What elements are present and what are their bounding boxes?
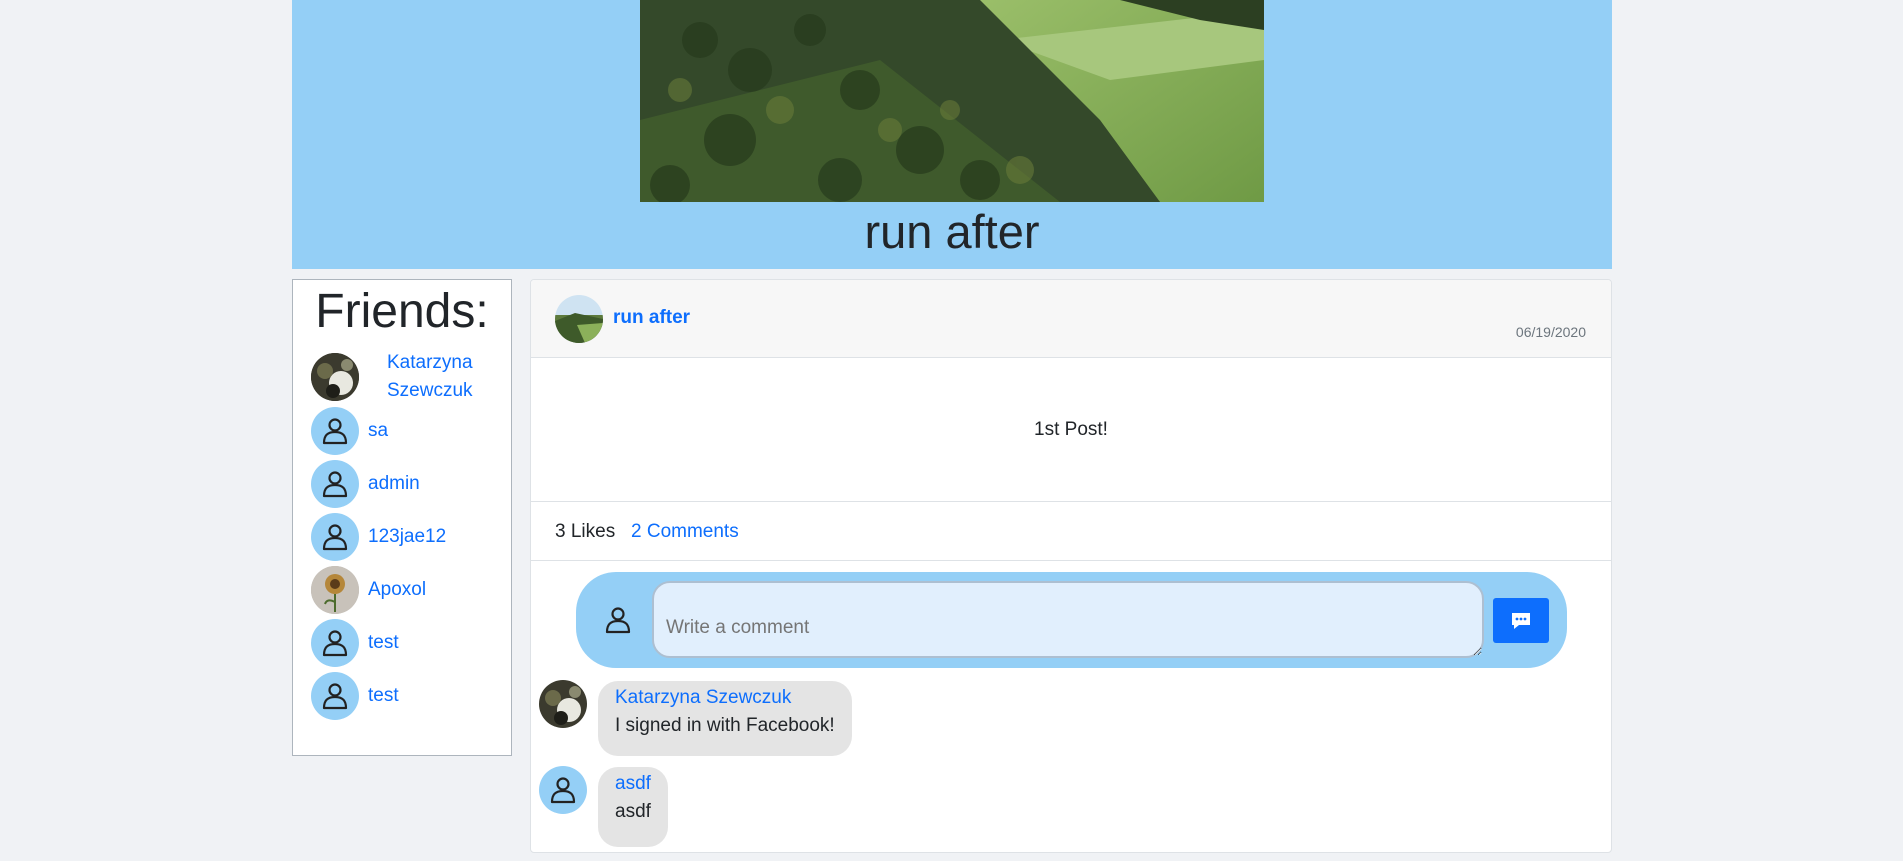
friend-name[interactable]: test [368, 682, 399, 710]
cover-photo [640, 0, 1264, 202]
send-comment-button[interactable] [1493, 598, 1549, 643]
person-icon[interactable] [311, 672, 359, 720]
likes-count[interactable]: 3 Likes [555, 521, 615, 543]
friend-name[interactable]: admin [368, 470, 420, 498]
comment-bubble: Katarzyna Szewczuk I signed in with Face… [598, 681, 852, 756]
friend-name[interactable]: 123jae12 [368, 523, 446, 551]
person-icon[interactable] [311, 460, 359, 508]
comment-dots-icon [1512, 612, 1530, 629]
comment-author-link[interactable]: asdf [615, 770, 651, 798]
comment-author-link[interactable]: Katarzyna Szewczuk [615, 684, 835, 712]
friend-item[interactable]: 123jae12 [311, 513, 446, 561]
friend-avatar[interactable] [311, 353, 359, 401]
post-header: run after 06/19/2020 [531, 280, 1611, 358]
person-icon[interactable] [311, 513, 359, 561]
profile-name: run after [864, 205, 1040, 258]
friend-item[interactable]: sa [311, 407, 388, 455]
post-body: 1st Post! [531, 358, 1611, 502]
comment-input[interactable] [652, 581, 1484, 658]
friend-name[interactable]: test [368, 629, 399, 657]
comment-bubble: asdf asdf [598, 767, 668, 847]
friend-item[interactable]: test [311, 619, 399, 667]
post-author-avatar[interactable] [555, 295, 603, 343]
friend-name[interactable]: Katarzyna Szewczuk [387, 349, 497, 405]
person-icon[interactable] [311, 407, 359, 455]
post-date: 06/19/2020 [1515, 324, 1586, 340]
post-author-link[interactable]: run after [613, 307, 690, 329]
post-text: 1st Post! [1034, 419, 1108, 440]
post-card: run after 06/19/2020 1st Post! 3 Likes 2… [530, 279, 1612, 853]
comment-composer [576, 572, 1567, 668]
friend-avatar[interactable] [311, 566, 359, 614]
person-icon[interactable] [311, 619, 359, 667]
friends-heading: Friends: [315, 285, 489, 338]
comments-toggle-link[interactable]: 2 Comments [631, 521, 739, 543]
post-stats: 3 Likes 2 Comments [531, 502, 1611, 561]
friend-item[interactable]: Apoxol [311, 566, 426, 614]
friend-item[interactable]: Katarzyna Szewczuk [311, 352, 497, 401]
person-icon [594, 596, 642, 644]
friend-item[interactable]: test [311, 672, 399, 720]
comment-author-avatar[interactable] [539, 680, 587, 728]
friends-panel: Friends: Katarzyna Szewczuk sa admin 123… [292, 279, 512, 756]
friend-name[interactable]: sa [368, 417, 388, 445]
person-icon[interactable] [539, 766, 587, 814]
comment-text: I signed in with Facebook! [615, 715, 835, 736]
comment-text: asdf [615, 801, 651, 822]
friend-name[interactable]: Apoxol [368, 576, 426, 604]
friend-item[interactable]: admin [311, 460, 420, 508]
profile-header: run after [292, 0, 1612, 269]
